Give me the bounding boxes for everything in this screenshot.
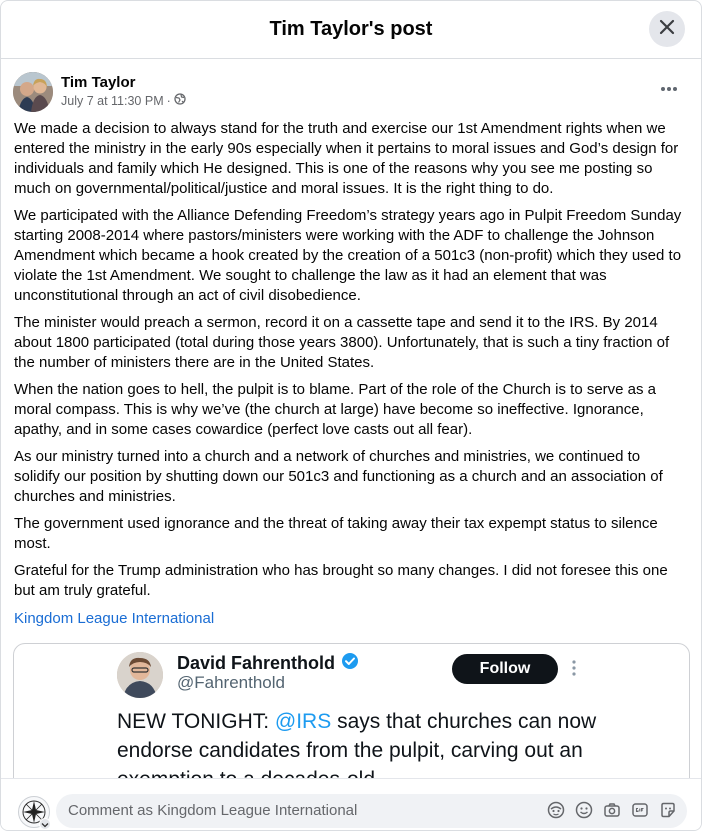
embedded-tweet-image[interactable]: David Fahrenthold @Fahrenthold Follow NE… <box>13 643 690 778</box>
tweet-text: NEW TONIGHT: @IRS says that churches can… <box>117 707 637 778</box>
page-link[interactable]: Kingdom League International <box>14 609 214 629</box>
dialog-header: Tim Taylor's post <box>1 1 701 59</box>
gif-icon[interactable] <box>631 801 649 819</box>
post-paragraph: We participated with the Alliance Defend… <box>14 207 682 304</box>
author-avatar[interactable] <box>13 72 53 112</box>
emoji-icon[interactable] <box>575 801 593 819</box>
post-paragraph: We made a decision to always stand for t… <box>14 120 679 197</box>
close-button[interactable] <box>649 11 685 47</box>
comment-input[interactable]: Comment as Kingdom League International <box>56 794 687 828</box>
comment-placeholder: Comment as Kingdom League International <box>68 802 358 819</box>
tweet-mention: @IRS <box>274 710 332 733</box>
comment-tools <box>547 801 677 819</box>
tweet-follow-button: Follow <box>452 654 558 684</box>
more-horizontal-icon <box>660 79 678 97</box>
tweet-text-prefix: NEW TONIGHT: <box>117 710 275 733</box>
chevron-down-icon <box>41 815 49 830</box>
post-meta: July 7 at 11:30 PM · <box>61 93 186 110</box>
post-paragraph: Grateful for the Trump administration wh… <box>14 562 668 599</box>
switch-profile-button[interactable] <box>39 818 51 830</box>
post-paragraph: As our ministry turned into a church and… <box>14 448 663 505</box>
tweet-author-name: David Fahrenthold <box>177 653 336 673</box>
post-paragraph: The government used ignorance and the th… <box>14 515 658 552</box>
dialog-title: Tim Taylor's post <box>269 18 433 40</box>
post-header: Tim Taylor July 7 at 11:30 PM · <box>13 72 186 112</box>
sticker-icon[interactable] <box>659 801 677 819</box>
tweet-author: David Fahrenthold <box>177 652 359 675</box>
globe-icon <box>174 93 186 110</box>
tweet-more-icon <box>570 658 578 678</box>
close-icon <box>658 18 676 41</box>
post-dialog: Tim Taylor's post Tim Taylor July 7 at 1… <box>0 0 702 831</box>
meta-separator: · <box>166 94 171 108</box>
post-paragraph: When the nation goes to hell, the pulpit… <box>14 381 657 438</box>
author-name[interactable]: Tim Taylor <box>61 73 186 92</box>
tweet-author-avatar <box>117 652 163 698</box>
post-paragraph: The minister would preach a sermon, reco… <box>14 314 670 371</box>
avatar-sticker-icon[interactable] <box>547 801 565 819</box>
tweet-handle: @Fahrenthold <box>177 673 285 692</box>
post-timestamp[interactable]: July 7 at 11:30 PM <box>61 93 164 110</box>
camera-icon[interactable] <box>603 801 621 819</box>
post-text: We made a decision to always stand for t… <box>14 119 690 629</box>
post-scroll-area[interactable]: Tim Taylor July 7 at 11:30 PM · We made … <box>1 60 701 778</box>
verified-badge-icon <box>341 652 359 675</box>
post-options-button[interactable] <box>653 76 685 100</box>
